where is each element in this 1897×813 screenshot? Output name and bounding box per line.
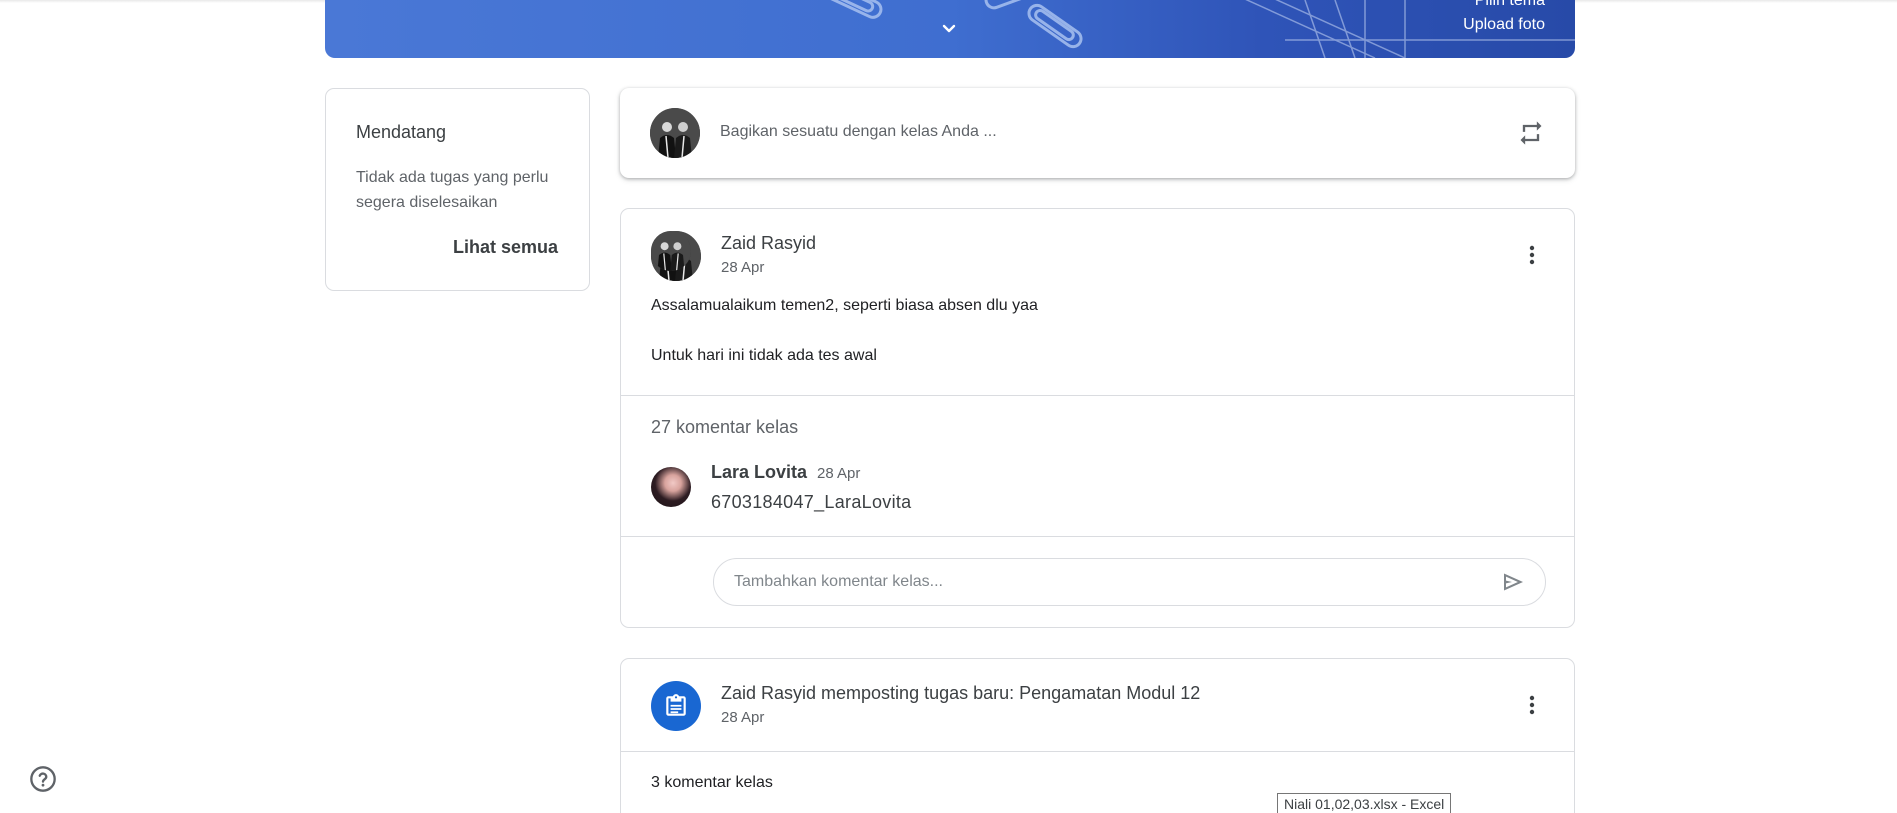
class-comment-input[interactable] (713, 558, 1546, 606)
divider (621, 536, 1574, 537)
post-date: 28 Apr (721, 259, 765, 276)
post-body-line: Assalamualaikum temen2, seperti biasa ab… (651, 297, 1038, 314)
upcoming-card: Mendatang Tidak ada tugas yang perlu seg… (325, 88, 590, 291)
clipboard-icon (666, 694, 686, 716)
more-vert-icon[interactable] (1520, 693, 1544, 717)
choose-theme-link[interactable]: Pilih tema (1475, 0, 1545, 10)
share-with-class-box[interactable]: Bagikan sesuatu dengan kelas Anda ... (620, 88, 1575, 178)
upcoming-empty-text: Tidak ada tugas yang perlu segera disele… (356, 169, 549, 211)
announcement-post: Zaid Rasyid 28 Apr Assalamualaikum temen… (620, 208, 1575, 628)
classroom-stream-page: Pilih tema Upload foto Mendatang Tidak a… (0, 0, 1897, 813)
avatar-photo-icon (651, 231, 691, 271)
more-vert-icon[interactable] (1520, 243, 1544, 267)
help-icon[interactable] (29, 765, 57, 793)
comment-text: 6703184047_LaraLovita (711, 492, 912, 512)
share-placeholder: Bagikan sesuatu dengan kelas Anda ... (720, 123, 997, 140)
send-icon[interactable] (1501, 570, 1525, 594)
comment-author: Lara Lovita (711, 462, 808, 482)
avatar (650, 108, 700, 158)
upcoming-title: Mendatang (356, 122, 447, 142)
chevron-down-icon[interactable] (937, 17, 961, 41)
avatar-photo-icon (650, 108, 700, 158)
post-author: Zaid Rasyid (721, 233, 817, 253)
class-comments-link[interactable]: 27 komentar kelas (651, 417, 798, 438)
divider (621, 395, 1574, 396)
assignment-post: Zaid Rasyid memposting tugas baru: Penga… (620, 658, 1575, 813)
class-comments-link[interactable]: 3 komentar kelas (651, 774, 773, 792)
repost-icon[interactable] (1517, 119, 1545, 147)
divider (621, 751, 1574, 752)
commenter-avatar (651, 467, 691, 507)
current-user-avatar (651, 231, 691, 271)
upload-photo-link[interactable]: Upload foto (1463, 16, 1545, 34)
assignment-title[interactable]: Zaid Rasyid memposting tugas baru: Penga… (721, 683, 1200, 704)
assignment-date: 28 Apr (721, 709, 765, 726)
assignment-icon (651, 681, 701, 731)
taskbar-tooltip: Niali 01,02,03.xlsx - Excel (1277, 793, 1452, 813)
see-all-link[interactable]: Lihat semua (453, 237, 558, 258)
post-body-line: Untuk hari ini tidak ada tes awal (651, 347, 877, 364)
post-body: Assalamualaikum temen2, seperti biasa ab… (651, 293, 1038, 368)
comment-date: 28 Apr (817, 465, 861, 482)
